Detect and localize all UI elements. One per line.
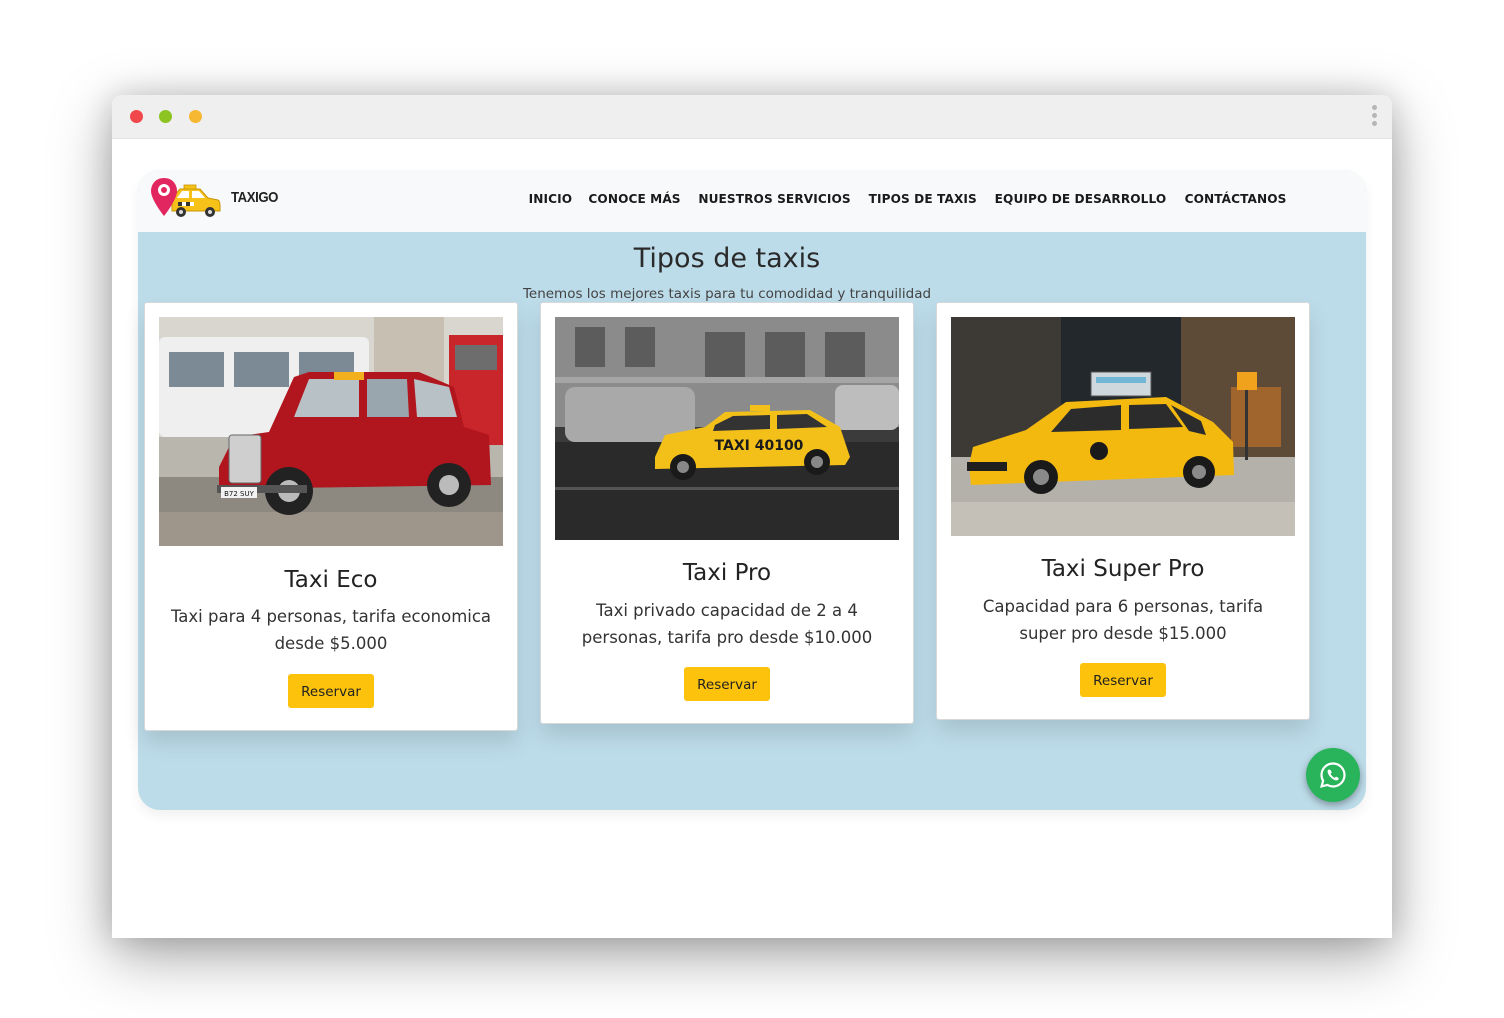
brand-name[interactable]: TAXIGO bbox=[231, 189, 278, 206]
card-text-eco: Taxi para 4 personas, tarifa economica d… bbox=[155, 603, 507, 657]
taxi-eco-photo: B72 SUY bbox=[159, 317, 503, 546]
nav-inicio[interactable]: INICIO bbox=[529, 191, 572, 206]
browser-titlebar bbox=[112, 95, 1392, 139]
card-title-eco: Taxi Eco bbox=[284, 567, 378, 593]
card-text-eco-line1: Taxi para 4 personas, tarifa economica bbox=[170, 607, 492, 626]
nav-nuestros-servicios[interactable]: NUESTROS SERVICIOS bbox=[698, 191, 850, 206]
nav-conoce-mas[interactable]: CONOCE MÁS bbox=[588, 191, 680, 206]
card-text-pro-line2: personas, tarifa pro desde $10.000 bbox=[581, 628, 873, 647]
navbar: TAXIGO INICIO CONOCE MÁS NUESTROS SERVIC… bbox=[138, 170, 1366, 232]
card-text-super-pro-line2: super pro desde $15.000 bbox=[1019, 624, 1227, 643]
taxi-door-sign-text: TAXI 40100 bbox=[715, 438, 804, 454]
license-plate-text: B72 SUY bbox=[224, 490, 255, 498]
section-heading: Tipos de taxis bbox=[633, 243, 821, 274]
card-text-super-pro-line1: Capacidad para 6 personas, tarifa bbox=[982, 597, 1264, 616]
card-text-eco-line2: desde $5.000 bbox=[274, 634, 388, 653]
reservar-eco-button[interactable]: Reservar bbox=[288, 674, 374, 708]
maximize-window-button[interactable] bbox=[159, 110, 172, 123]
taxi-types-section: TAXIGO INICIO CONOCE MÁS NUESTROS SERVIC… bbox=[138, 170, 1366, 810]
nav-contactanos[interactable]: CONTÁCTANOS bbox=[1185, 191, 1287, 206]
main-nav: INICIO CONOCE MÁS NUESTROS SERVICIOS TIP… bbox=[528, 191, 1289, 206]
section-subheading: Tenemos los mejores taxis para tu comodi… bbox=[522, 286, 932, 302]
taxi-super-pro-photo bbox=[951, 317, 1295, 536]
browser-window: TAXIGO INICIO CONOCE MÁS NUESTROS SERVIC… bbox=[112, 95, 1392, 938]
whatsapp-button[interactable] bbox=[1306, 748, 1360, 802]
nav-equipo-de-desarrollo[interactable]: EQUIPO DE DESARROLLO bbox=[995, 191, 1167, 206]
taxi-pro-photo: TAXI 40100 bbox=[555, 317, 899, 540]
taxi-card-pro: TAXI 40100 Taxi Pro Taxi privado capacid… bbox=[540, 302, 914, 724]
card-title-super-pro: Taxi Super Pro bbox=[1041, 556, 1205, 582]
minimize-window-button[interactable] bbox=[189, 110, 202, 123]
close-window-button[interactable] bbox=[130, 110, 143, 123]
reservar-super-pro-button[interactable]: Reservar bbox=[1080, 663, 1166, 697]
kebab-menu-icon[interactable] bbox=[1372, 105, 1378, 129]
taxi-map-pin-logo[interactable] bbox=[150, 176, 222, 222]
taxi-card-super-pro: Taxi Super Pro Capacidad para 6 personas… bbox=[936, 302, 1310, 720]
taxi-card-eco: B72 SUY Taxi Eco Taxi para 4 personas, t… bbox=[144, 302, 518, 731]
whatsapp-icon bbox=[1320, 762, 1346, 788]
card-text-pro-line1: Taxi privado capacidad de 2 a 4 bbox=[596, 601, 858, 620]
reservar-pro-button[interactable]: Reservar bbox=[684, 667, 770, 701]
card-title-pro: Taxi Pro bbox=[682, 560, 772, 586]
nav-tipos-de-taxis[interactable]: TIPOS DE TAXIS bbox=[869, 191, 977, 206]
card-text-super-pro: Capacidad para 6 personas, tarifa super … bbox=[947, 593, 1299, 647]
card-text-pro: Taxi privado capacidad de 2 a 4 personas… bbox=[551, 597, 903, 651]
